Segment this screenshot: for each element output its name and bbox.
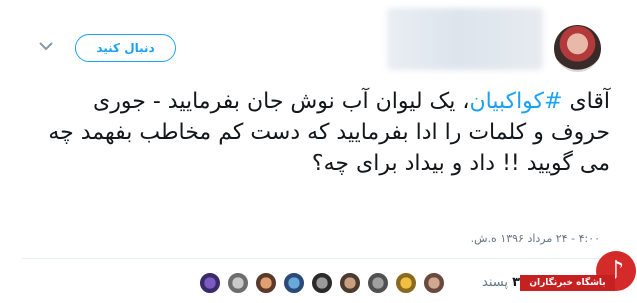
site-name: باشگاه خبرنگاران (520, 275, 615, 291)
chevron-down-icon[interactable] (38, 40, 54, 52)
liker-avatar[interactable] (282, 271, 306, 295)
liker-avatar[interactable] (310, 271, 334, 295)
site-logo: ♪ باشگاه خبرنگاران (520, 245, 637, 303)
follow-button[interactable]: دنبال کنید (75, 34, 176, 62)
tweet-text: آقای #کواکبیان، یک لیوان آب نوش جان بفرم… (30, 86, 610, 179)
liker-avatar[interactable] (338, 271, 362, 295)
likes-label: پسند (482, 275, 508, 290)
hashtag-link[interactable]: #کواکبیان (469, 89, 562, 114)
liker-avatar[interactable] (422, 271, 446, 295)
liker-avatar[interactable] (254, 271, 278, 295)
liker-avatar[interactable] (394, 271, 418, 295)
tweet-text-part1: آقای (562, 89, 610, 114)
blurred-user-name (387, 8, 543, 70)
liker-avatar[interactable] (366, 271, 390, 295)
tweet-timestamp[interactable]: ۴:۰۰ - ۲۴ مرداد ۱۳۹۶ ه.ش. (471, 232, 600, 245)
liker-avatar[interactable] (226, 271, 250, 295)
liker-avatars (198, 271, 446, 295)
liker-avatar[interactable] (198, 271, 222, 295)
avatar[interactable] (554, 25, 601, 72)
